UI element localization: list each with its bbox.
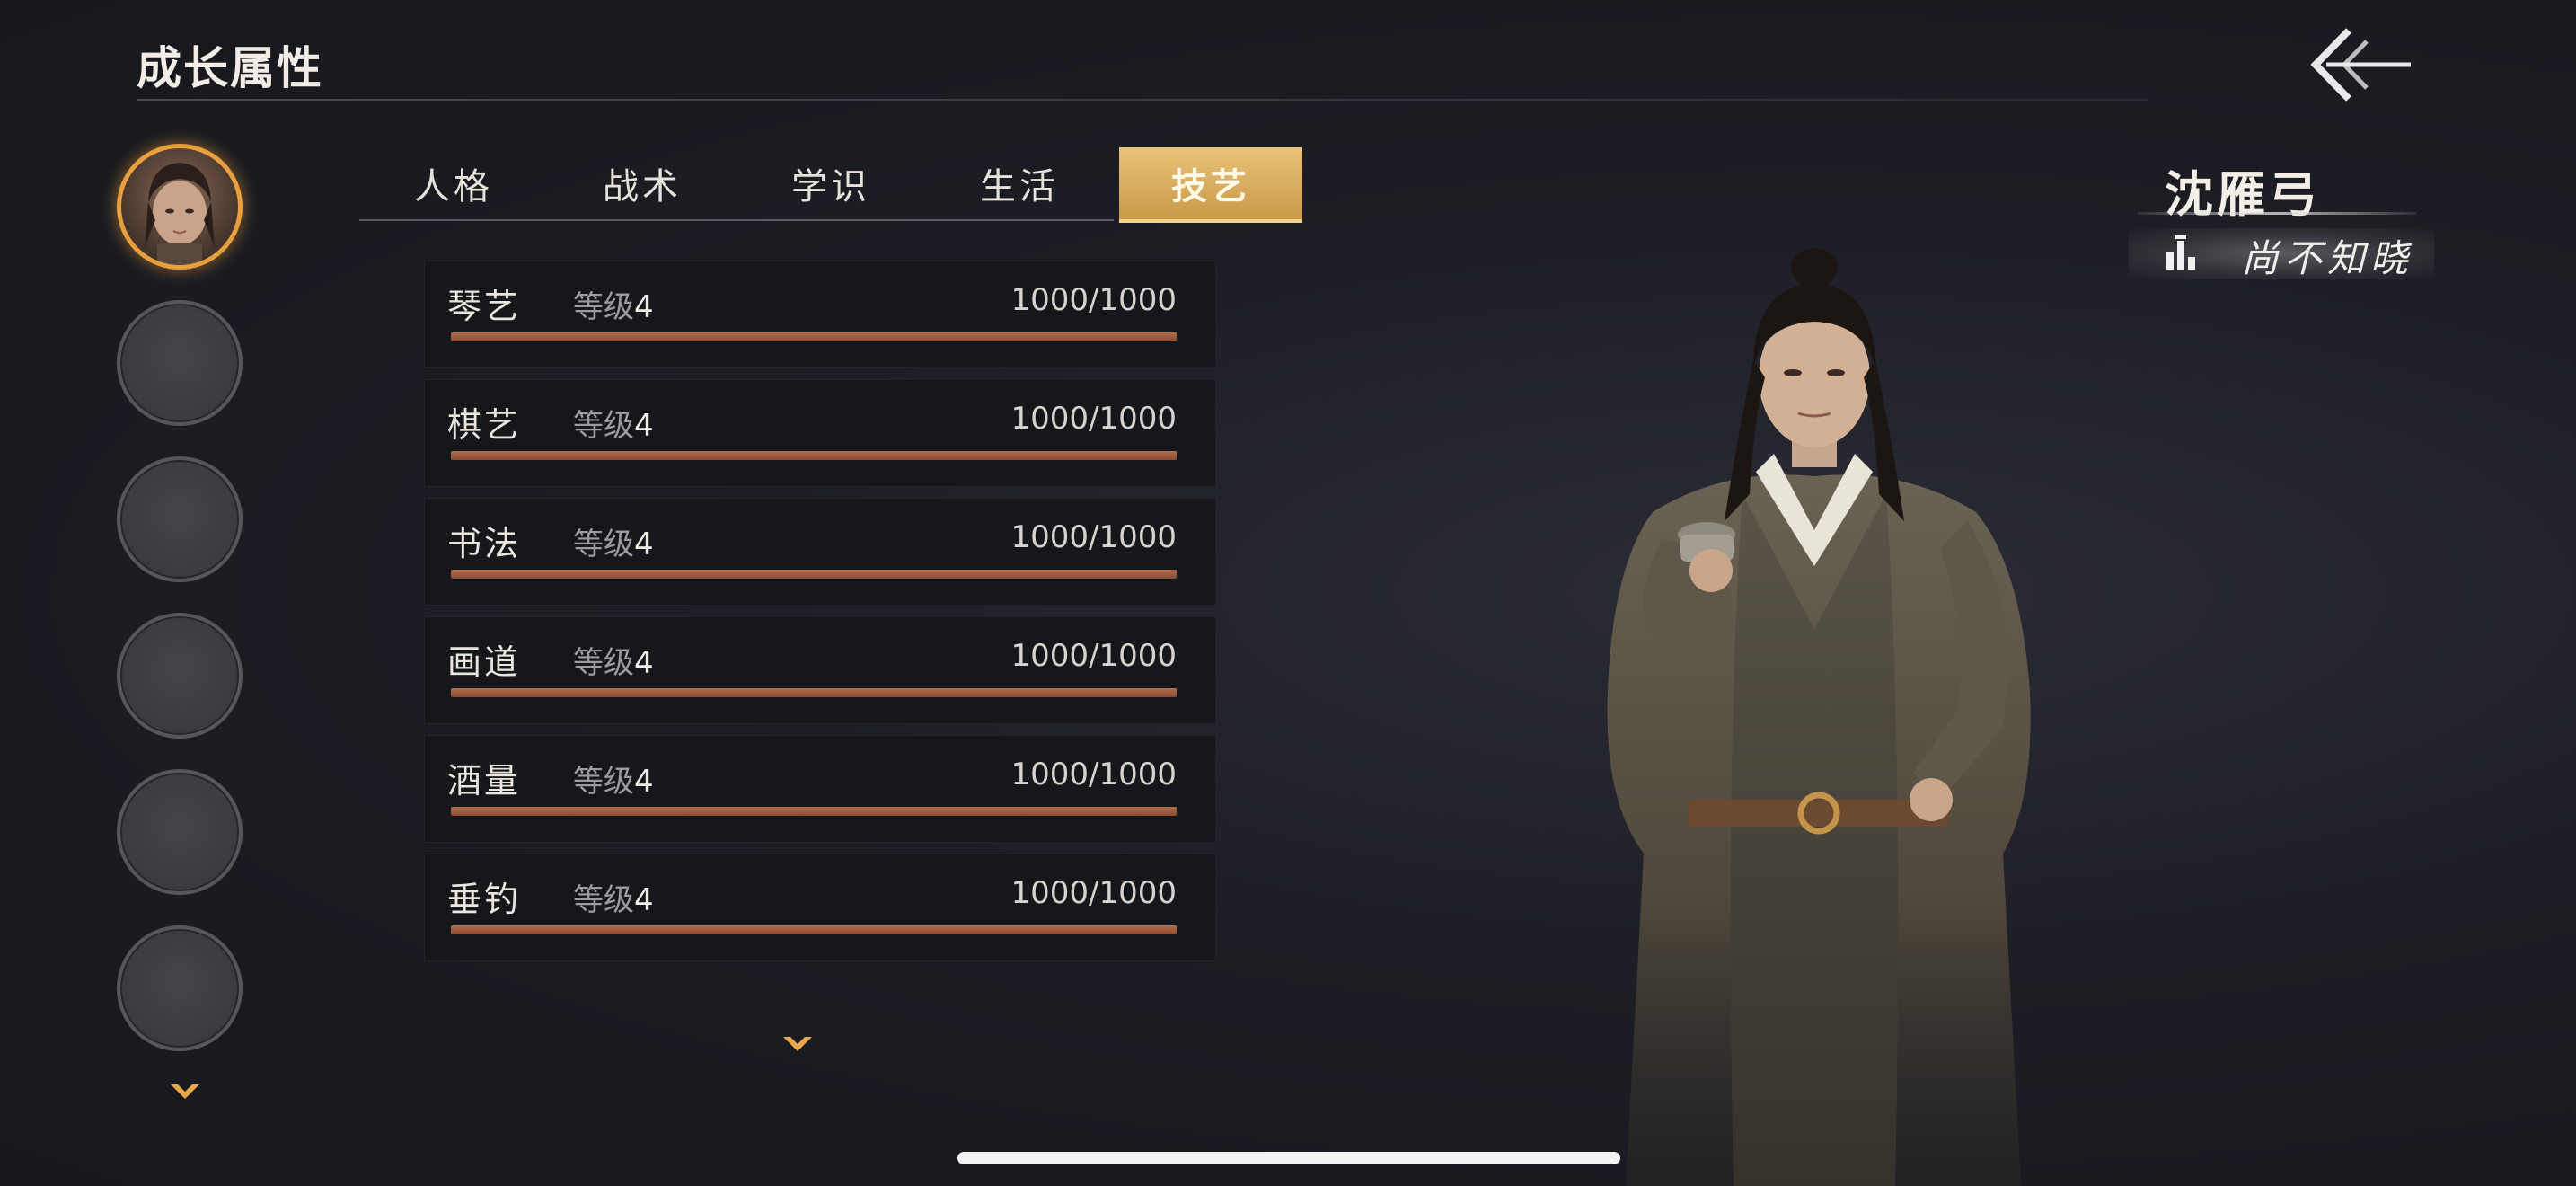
level-value: 4	[634, 645, 654, 681]
name-underline	[2138, 212, 2416, 215]
skill-name: 书法	[447, 524, 522, 563]
skill-progress-text: 1000/1000	[1010, 875, 1177, 911]
skill-progress-text: 1000/1000	[1010, 757, 1177, 792]
skill-progress-bar	[451, 570, 1177, 579]
skill-progress-bar	[451, 807, 1177, 816]
avatar-scroll-down-icon[interactable]	[169, 1081, 201, 1102]
skill-progress-fill	[451, 332, 1177, 341]
tab-arts[interactable]: 技艺	[1119, 147, 1302, 223]
skill-row: 画道 等级4 1000/1000	[424, 616, 1216, 724]
skill-progress-fill	[451, 688, 1177, 697]
skill-name: 垂钓	[447, 880, 522, 919]
list-scroll-down-icon[interactable]	[781, 1033, 814, 1055]
level-label: 等级	[573, 882, 634, 918]
avatar-slot-empty[interactable]	[117, 925, 243, 1051]
level-label: 等级	[573, 527, 634, 562]
character-portrait	[1607, 248, 2031, 1186]
tab-personality[interactable]: 人格	[359, 147, 548, 221]
skill-progress-text: 1000/1000	[1010, 519, 1177, 555]
level-label: 等级	[573, 289, 634, 325]
skill-progress-text: 1000/1000	[1010, 638, 1177, 674]
avatar-list	[117, 144, 257, 1082]
page-title: 成长属性	[137, 42, 323, 94]
skill-progress-fill	[451, 807, 1177, 816]
skill-row: 琴艺 等级4 1000/1000	[424, 261, 1216, 368]
skill-name: 酒量	[447, 761, 522, 801]
skill-row: 垂钓 等级4 1000/1000	[424, 854, 1216, 961]
level-value: 4	[634, 527, 654, 562]
skill-level: 等级4	[573, 401, 654, 445]
skill-progress-fill	[451, 451, 1177, 460]
category-tabs: 人格 战术 学识 生活 技艺	[359, 147, 1302, 223]
avatar-slot-empty[interactable]	[117, 300, 243, 426]
tab-tactics[interactable]: 战术	[548, 147, 737, 221]
skill-progress-bar	[451, 451, 1177, 460]
level-label: 等级	[573, 764, 634, 800]
character-avatar-icon	[145, 163, 215, 265]
skill-progress-text: 1000/1000	[1010, 282, 1177, 318]
character-title: 尚不知晓	[2241, 236, 2414, 280]
skill-progress-bar	[451, 925, 1177, 934]
skill-row: 棋艺 等级4 1000/1000	[424, 379, 1216, 487]
skill-progress-bar	[451, 688, 1177, 697]
skill-row: 酒量 等级4 1000/1000	[424, 735, 1216, 843]
home-indicator	[957, 1152, 1620, 1164]
avatar-slot-empty[interactable]	[117, 613, 243, 739]
skill-progress-text: 1000/1000	[1010, 401, 1177, 437]
level-value: 4	[634, 764, 654, 800]
skill-level: 等级4	[573, 875, 654, 919]
character-name: 沈雁弓	[2165, 166, 2321, 223]
level-label: 等级	[573, 408, 634, 444]
skill-list: 琴艺 等级4 1000/1000 棋艺 等级4 1000/1000 书法 等级4…	[424, 261, 1216, 972]
skill-progress-fill	[451, 570, 1177, 579]
avatar-slot-active[interactable]	[117, 144, 243, 270]
header-divider	[137, 99, 2148, 101]
skill-progress-fill	[451, 925, 1177, 934]
skill-level: 等级4	[573, 757, 654, 801]
skill-progress-bar	[451, 332, 1177, 341]
skill-level: 等级4	[573, 638, 654, 682]
level-value: 4	[634, 882, 654, 918]
rank-icon	[2166, 235, 2195, 270]
avatar-slot-empty[interactable]	[117, 456, 243, 582]
level-label: 等级	[573, 645, 634, 681]
tab-life[interactable]: 生活	[925, 147, 1114, 221]
level-value: 4	[634, 408, 654, 444]
skill-level: 等级4	[573, 282, 654, 326]
tab-knowledge[interactable]: 学识	[737, 147, 925, 221]
skill-name: 棋艺	[447, 405, 522, 445]
skill-level: 等级4	[573, 519, 654, 563]
skill-name: 画道	[447, 642, 522, 682]
level-value: 4	[634, 289, 654, 325]
back-arrow-icon[interactable]	[2299, 20, 2416, 110]
skill-name: 琴艺	[447, 287, 522, 326]
avatar-slot-empty[interactable]	[117, 769, 243, 895]
skill-row: 书法 等级4 1000/1000	[424, 498, 1216, 606]
